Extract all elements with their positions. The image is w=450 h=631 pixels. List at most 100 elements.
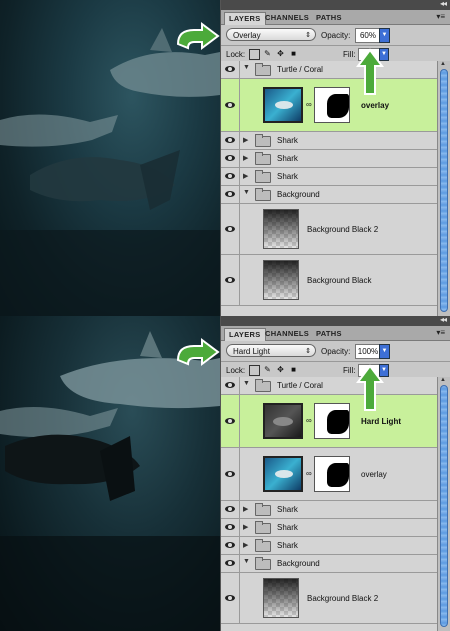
scroll-up-icon[interactable]: ▲: [440, 61, 446, 67]
collapse-triangle-icon[interactable]: ▶: [243, 505, 248, 513]
panel-menu-icon[interactable]: ▾≡: [436, 328, 445, 337]
layer-gradient[interactable]: Background Black 2: [221, 573, 438, 624]
layer-name: Shark: [277, 523, 298, 532]
brush-icon[interactable]: ✎: [263, 365, 272, 374]
scroll-up-icon[interactable]: ▲: [440, 377, 446, 383]
opacity-input[interactable]: 100%: [355, 344, 381, 359]
tab-channels[interactable]: CHANNELS: [261, 328, 313, 340]
lock-icon[interactable]: ■: [289, 365, 298, 374]
eye-icon[interactable]: [225, 542, 235, 548]
panel-titlebar[interactable]: ◂◂: [221, 0, 450, 10]
lock-transparent-icon[interactable]: [249, 49, 260, 60]
green-arrow-up-icon: [356, 364, 384, 411]
panel-menu-icon[interactable]: ▾≡: [436, 12, 445, 21]
double-arrow-icon[interactable]: ◂◂: [440, 315, 447, 324]
expand-triangle-icon[interactable]: ▼: [243, 558, 250, 565]
layer-thumbnail: [263, 87, 303, 123]
brush-icon[interactable]: ✎: [263, 49, 272, 58]
bottom-screenshot: ◂◂ LAYERS CHANNELS PATHS ▾≡ Hard Light ⇕…: [0, 315, 450, 631]
scrollbar-thumb[interactable]: [440, 69, 448, 312]
eye-icon[interactable]: [225, 277, 235, 283]
folder-icon: [255, 188, 271, 201]
eye-icon[interactable]: [225, 418, 235, 424]
layer-group[interactable]: ▼ Turtle / Coral: [221, 377, 438, 395]
link-chain-icon[interactable]: ∞: [306, 100, 312, 109]
tab-layers[interactable]: LAYERS: [224, 328, 266, 341]
expand-triangle-icon[interactable]: ▼: [243, 64, 250, 71]
expand-triangle-icon[interactable]: ▼: [243, 189, 250, 196]
layer-image-selected[interactable]: ∞ Hard Light: [221, 395, 438, 448]
scrollbar-thumb[interactable]: [440, 385, 448, 627]
eye-icon[interactable]: [225, 471, 235, 477]
collapse-triangle-icon[interactable]: ▶: [243, 154, 248, 162]
double-arrow-icon[interactable]: ◂◂: [440, 0, 447, 8]
layer-group[interactable]: ▼ Background: [221, 555, 438, 573]
layer-mask-thumbnail[interactable]: [314, 87, 350, 123]
blend-mode-select[interactable]: Hard Light ⇕: [226, 344, 316, 357]
move-icon[interactable]: ✥: [276, 365, 285, 374]
blend-row: Overlay ⇕ Opacity: 60% ▼: [221, 25, 450, 45]
layer-image[interactable]: ∞ overlay: [221, 448, 438, 501]
layer-name: Shark: [277, 172, 298, 181]
tab-paths[interactable]: PATHS: [312, 328, 346, 340]
layer-gradient[interactable]: Background Black 2: [221, 204, 438, 255]
eye-icon[interactable]: [225, 137, 235, 143]
eye-icon[interactable]: [225, 173, 235, 179]
eye-icon[interactable]: [225, 191, 235, 197]
layers-scrollbar[interactable]: ▲: [437, 377, 450, 631]
layer-mask-thumbnail[interactable]: [314, 403, 350, 439]
eye-icon[interactable]: [225, 155, 235, 161]
collapse-triangle-icon[interactable]: ▶: [243, 523, 248, 531]
shark-shape-2: [0, 114, 118, 147]
eye-icon[interactable]: [225, 226, 235, 232]
blend-row: Hard Light ⇕ Opacity: 100% ▼: [221, 341, 450, 361]
layer-name: Shark: [277, 136, 298, 145]
layer-group[interactable]: ▶ Shark: [221, 501, 438, 519]
green-arrow-up-icon: [356, 48, 384, 95]
collapse-triangle-icon[interactable]: ▶: [243, 172, 248, 180]
layer-name: Background: [277, 559, 320, 568]
panel-tabs: LAYERS CHANNELS PATHS ▾≡: [221, 10, 450, 25]
expand-triangle-icon[interactable]: ▼: [243, 380, 250, 387]
eye-icon[interactable]: [225, 506, 235, 512]
layer-gradient[interactable]: Background Black: [221, 255, 438, 306]
move-icon[interactable]: ✥: [276, 49, 285, 58]
layer-mask-thumbnail[interactable]: [314, 456, 350, 492]
layer-group[interactable]: ▼ Turtle / Coral: [221, 61, 438, 79]
layer-group[interactable]: ▶ Shark: [221, 519, 438, 537]
layer-group[interactable]: ▼ Background: [221, 186, 438, 204]
layer-group[interactable]: ▶ Shark: [221, 150, 438, 168]
folder-icon: [255, 63, 271, 76]
folder-icon: [255, 152, 271, 165]
layer-group[interactable]: ▶ Shark: [221, 168, 438, 186]
eye-column: [221, 61, 240, 78]
link-chain-icon[interactable]: ∞: [306, 469, 312, 478]
seafloor: [0, 536, 220, 631]
opacity-dropdown-icon[interactable]: ▼: [379, 28, 390, 43]
lock-transparent-icon[interactable]: [249, 365, 260, 376]
tab-paths[interactable]: PATHS: [312, 12, 346, 24]
layer-image-selected[interactable]: ∞ overlay: [221, 79, 438, 132]
layer-group[interactable]: ▶ Shark: [221, 132, 438, 150]
tab-layers[interactable]: LAYERS: [224, 12, 266, 25]
eye-icon[interactable]: [225, 66, 235, 72]
layer-name: Hard Light: [361, 417, 401, 426]
opacity-dropdown-icon[interactable]: ▼: [379, 344, 390, 359]
opacity-input[interactable]: 60%: [355, 28, 381, 43]
blend-mode-select[interactable]: Overlay ⇕: [226, 28, 316, 41]
eye-icon[interactable]: [225, 560, 235, 566]
link-chain-icon[interactable]: ∞: [306, 416, 312, 425]
eye-icon[interactable]: [225, 382, 235, 388]
shark-fin: [140, 331, 162, 358]
eye-icon[interactable]: [225, 524, 235, 530]
eye-icon[interactable]: [225, 102, 235, 108]
collapse-triangle-icon[interactable]: ▶: [243, 541, 248, 549]
shark-fin: [150, 28, 172, 52]
tab-channels[interactable]: CHANNELS: [261, 12, 313, 24]
layer-group[interactable]: ▶ Shark: [221, 537, 438, 555]
layers-scrollbar[interactable]: ▲: [437, 61, 450, 316]
collapse-triangle-icon[interactable]: ▶: [243, 136, 248, 144]
panel-titlebar[interactable]: ◂◂: [221, 315, 450, 326]
lock-icon[interactable]: ■: [289, 49, 298, 58]
eye-icon[interactable]: [225, 595, 235, 601]
